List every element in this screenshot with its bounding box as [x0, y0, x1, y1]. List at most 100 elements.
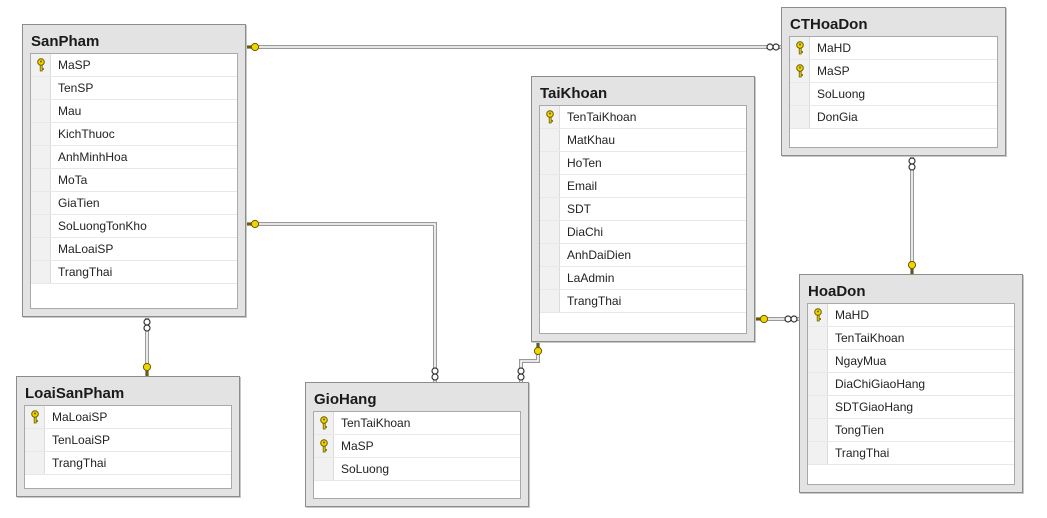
row-selector[interactable]: [540, 175, 560, 197]
row-selector[interactable]: [540, 198, 560, 220]
column-name: MaSP: [58, 58, 91, 72]
column-row[interactable]: TenLoaiSP: [25, 429, 231, 452]
column-row[interactable]: TenTaiKhoan: [540, 106, 746, 129]
row-selector[interactable]: [540, 221, 560, 243]
row-selector[interactable]: [31, 261, 51, 283]
table-cthoadon[interactable]: CTHoaDon MaHD MaSP SoLuong DonGia: [781, 7, 1006, 156]
one-end-key-icon: [533, 346, 543, 356]
column-row[interactable]: SoLuong: [314, 458, 520, 481]
row-selector[interactable]: [540, 152, 560, 174]
column-row[interactable]: SDT: [540, 198, 746, 221]
column-row[interactable]: TenSP: [31, 77, 237, 100]
row-selector[interactable]: [808, 304, 828, 326]
column-name: TenSP: [58, 81, 94, 95]
table-hoadon[interactable]: HoaDon MaHD TenTaiKhoan NgayMua DiaChiGiaoHa…: [799, 274, 1023, 493]
column-row[interactable]: DiaChi: [540, 221, 746, 244]
row-selector[interactable]: [808, 442, 828, 464]
column-row[interactable]: HoTen: [540, 152, 746, 175]
many-end-infinity-icon: [772, 43, 780, 51]
row-selector[interactable]: [808, 396, 828, 418]
row-selector[interactable]: [540, 267, 560, 289]
column-row[interactable]: TrangThai: [808, 442, 1014, 465]
column-row[interactable]: LaAdmin: [540, 267, 746, 290]
row-selector[interactable]: [25, 452, 45, 474]
column-row[interactable]: DonGia: [790, 106, 997, 129]
row-selector[interactable]: [790, 60, 810, 82]
primary-key-icon: [546, 110, 554, 124]
row-selector[interactable]: [808, 327, 828, 349]
column-row[interactable]: TrangThai: [25, 452, 231, 475]
column-row[interactable]: SDTGiaoHang: [808, 396, 1014, 419]
column-row[interactable]: MaSP: [314, 435, 520, 458]
row-selector[interactable]: [808, 350, 828, 372]
row-selector[interactable]: [31, 100, 51, 122]
row-selector[interactable]: [31, 54, 51, 76]
row-selector[interactable]: [31, 123, 51, 145]
column-row[interactable]: TenTaiKhoan: [314, 412, 520, 435]
row-selector[interactable]: [540, 244, 560, 266]
row-selector[interactable]: [540, 106, 560, 128]
primary-key-icon: [814, 308, 822, 322]
table-title: SanPham: [31, 33, 100, 50]
row-selector[interactable]: [25, 406, 45, 428]
table-loaisanpham[interactable]: LoaiSanPham MaLoaiSP TenLoaiSP TrangThai: [16, 376, 240, 497]
row-selector[interactable]: [31, 215, 51, 237]
relationship-hoadon-cthoadon: [907, 156, 917, 274]
row-selector[interactable]: [314, 435, 334, 457]
row-selector[interactable]: [540, 290, 560, 312]
table-taikhoan[interactable]: TaiKhoan TenTaiKhoan MatKhau HoTen Email SDT D…: [531, 76, 755, 342]
column-grid: MaLoaiSP TenLoaiSP TrangThai: [24, 405, 232, 489]
column-name: SoLuong: [817, 87, 866, 101]
many-end-infinity-icon: [431, 367, 439, 375]
row-selector[interactable]: [31, 77, 51, 99]
column-row[interactable]: AnhDaiDien: [540, 244, 746, 267]
column-row[interactable]: KichThuoc: [31, 123, 237, 146]
column-row[interactable]: MaHD: [790, 37, 997, 60]
column-row[interactable]: MaLoaiSP: [25, 406, 231, 429]
table-title: TaiKhoan: [540, 85, 608, 102]
column-name: MaHD: [817, 41, 852, 55]
many-end-infinity-icon: [908, 157, 916, 165]
column-row[interactable]: TrangThai: [31, 261, 237, 284]
column-name: TrangThai: [835, 446, 890, 460]
column-row[interactable]: AnhMinhHoa: [31, 146, 237, 169]
one-end-key-icon: [142, 362, 152, 372]
relationship-line-inner: [520, 342, 539, 382]
row-selector[interactable]: [808, 373, 828, 395]
row-selector[interactable]: [25, 429, 45, 451]
column-row[interactable]: DiaChiGiaoHang: [808, 373, 1014, 396]
column-row[interactable]: MaLoaiSP: [31, 238, 237, 261]
column-name: KichThuoc: [58, 127, 115, 141]
table-giohang[interactable]: GioHang TenTaiKhoan MaSP SoLuong: [305, 382, 529, 507]
row-selector[interactable]: [790, 37, 810, 59]
column-row[interactable]: TenTaiKhoan: [808, 327, 1014, 350]
many-end-infinity-icon: [790, 315, 798, 323]
many-end-infinity-icon: [517, 373, 525, 381]
column-row[interactable]: MaSP: [790, 60, 997, 83]
column-row[interactable]: TongTien: [808, 419, 1014, 442]
row-selector[interactable]: [790, 106, 810, 128]
column-row[interactable]: MatKhau: [540, 129, 746, 152]
column-row[interactable]: MaHD: [808, 304, 1014, 327]
column-row[interactable]: GiaTien: [31, 192, 237, 215]
column-row[interactable]: SoLuongTonKho: [31, 215, 237, 238]
column-row[interactable]: Email: [540, 175, 746, 198]
row-selector[interactable]: [808, 419, 828, 441]
database-diagram: SanPham MaSP TenSP Mau KichThuoc AnhMinhHoa Mo…: [0, 0, 1047, 518]
row-selector[interactable]: [314, 458, 334, 480]
column-row[interactable]: NgayMua: [808, 350, 1014, 373]
row-selector[interactable]: [314, 412, 334, 434]
row-selector[interactable]: [31, 146, 51, 168]
column-grid: TenTaiKhoan MatKhau HoTen Email SDT DiaChi Anh…: [539, 105, 747, 334]
row-selector[interactable]: [31, 192, 51, 214]
row-selector[interactable]: [540, 129, 560, 151]
table-sanpham[interactable]: SanPham MaSP TenSP Mau KichThuoc AnhMinhHoa Mo…: [22, 24, 246, 317]
row-selector[interactable]: [31, 238, 51, 260]
row-selector[interactable]: [790, 83, 810, 105]
column-row[interactable]: SoLuong: [790, 83, 997, 106]
column-row[interactable]: TrangThai: [540, 290, 746, 313]
column-row[interactable]: MaSP: [31, 54, 237, 77]
column-row[interactable]: MoTa: [31, 169, 237, 192]
row-selector[interactable]: [31, 169, 51, 191]
column-row[interactable]: Mau: [31, 100, 237, 123]
